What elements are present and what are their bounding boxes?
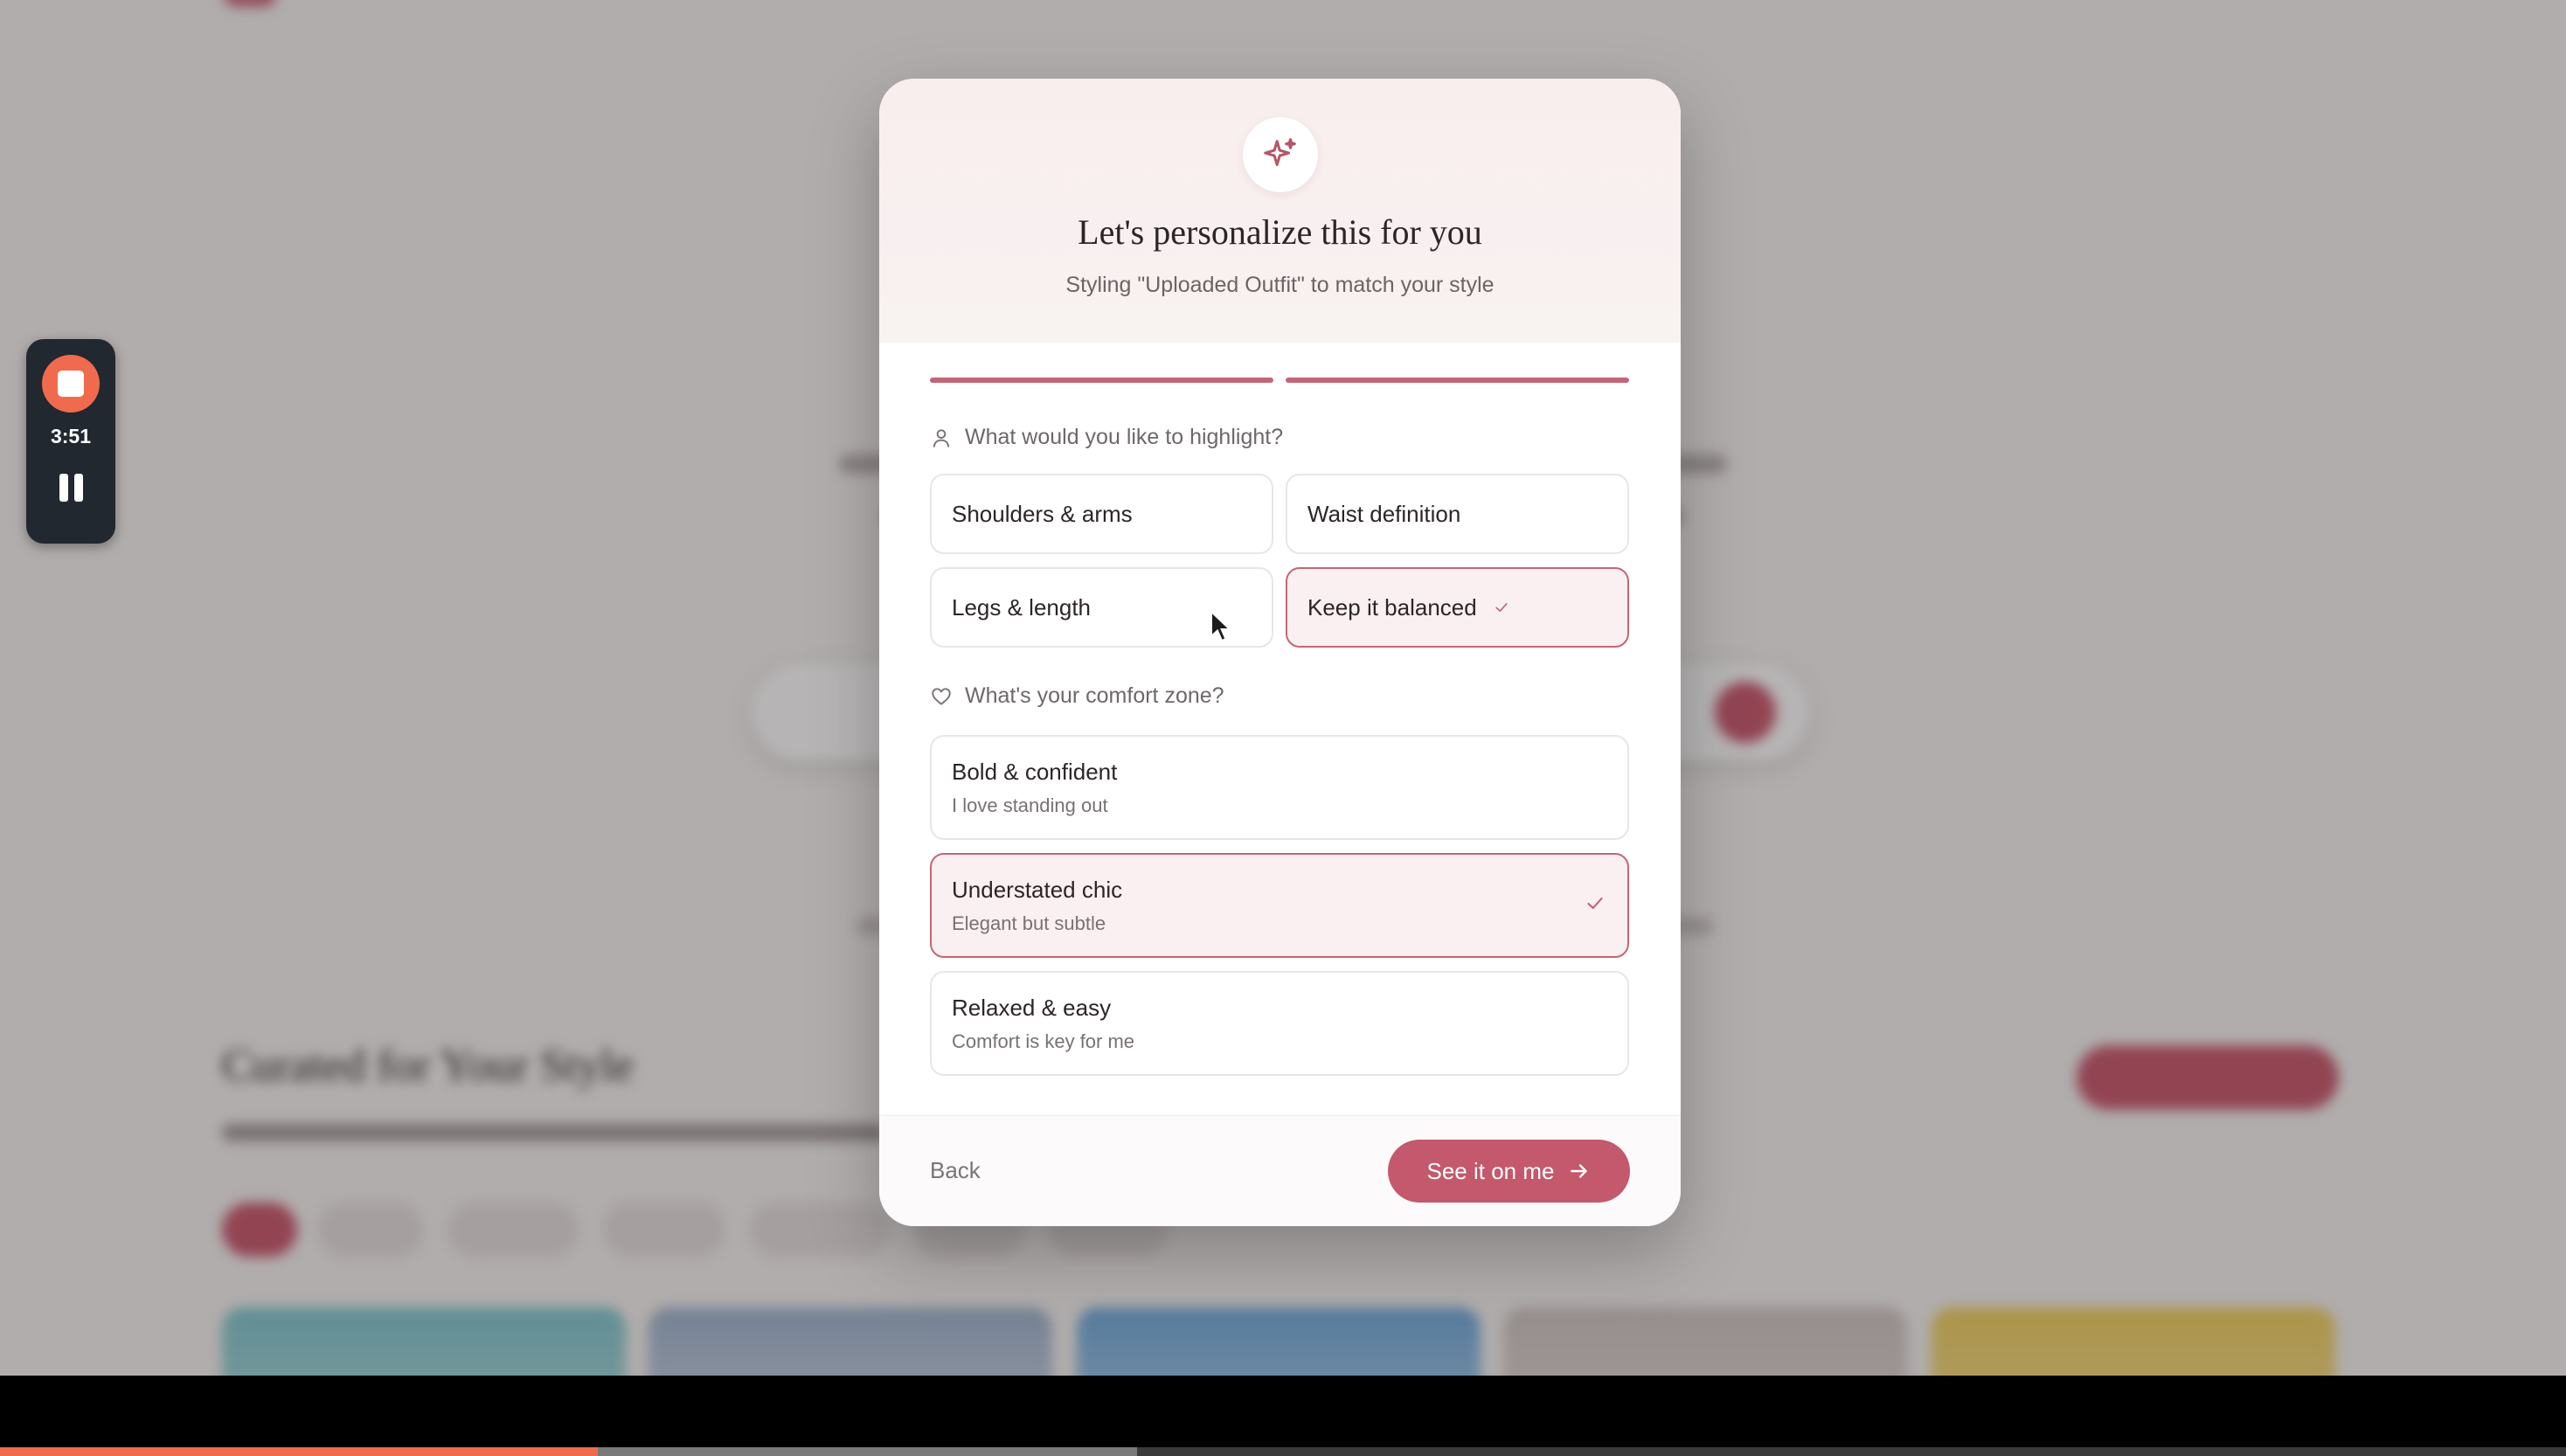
sparkle-icon	[1264, 138, 1296, 167]
stop-icon	[58, 371, 84, 397]
submit-label: See it on me	[1426, 1157, 1555, 1184]
pause-icon	[59, 474, 68, 502]
check-icon	[1493, 599, 1510, 616]
option-description: Elegant but subtle	[952, 912, 1106, 934]
comfort-question-text: What's your comfort zone?	[965, 683, 1224, 708]
option-shoulders-arms[interactable]: Shoulders & arms	[930, 474, 1273, 554]
modal-header: Let's personalize this for you Styling "…	[879, 79, 1681, 343]
option-relaxed-easy[interactable]: Relaxed & easy Comfort is key for me	[930, 971, 1629, 1076]
personalize-modal: Let's personalize this for you Styling "…	[879, 79, 1681, 1226]
option-keep-it-balanced[interactable]: Keep it balanced	[1286, 567, 1629, 648]
option-understated-chic[interactable]: Understated chic Elegant but subtle	[930, 853, 1629, 958]
option-label: Waist definition	[1307, 500, 1461, 527]
step-progress-2	[1286, 378, 1629, 383]
video-played-bar	[0, 1447, 599, 1456]
step-progress-1	[930, 378, 1273, 383]
check-icon	[1584, 892, 1606, 919]
option-description: I love standing out	[952, 794, 1108, 816]
see-it-on-me-button[interactable]: See it on me	[1388, 1140, 1630, 1203]
modal-subtitle: Styling "Uploaded Outfit" to match your …	[1065, 273, 1495, 297]
pause-recording-button[interactable]	[53, 470, 88, 505]
option-label: Legs & length	[952, 593, 1092, 621]
option-title: Understated chic	[952, 876, 1123, 903]
recording-timer: 3:51	[50, 425, 92, 447]
option-label: Shoulders & arms	[952, 500, 1133, 527]
video-progress-track[interactable]	[0, 1447, 2566, 1456]
highlight-question: What would you like to highlight?	[930, 425, 1283, 450]
highlight-question-text: What would you like to highlight?	[965, 425, 1284, 449]
mouse-cursor-icon	[1210, 610, 1232, 642]
screen-recorder-widget: 3:51	[26, 339, 115, 544]
pause-icon-bar	[73, 474, 83, 502]
heart-icon	[932, 687, 951, 705]
arrow-right-icon	[1571, 1164, 1588, 1178]
video-player-bar	[0, 1376, 2566, 1456]
option-bold-confident[interactable]: Bold & confident I love standing out	[930, 735, 1629, 840]
option-label: Keep it balanced	[1307, 593, 1477, 621]
option-description: Comfort is key for me	[952, 1030, 1135, 1052]
option-title: Relaxed & easy	[952, 994, 1112, 1021]
sparkle-badge	[1243, 117, 1318, 192]
stop-recording-button[interactable]	[42, 355, 100, 413]
option-title: Bold & confident	[952, 758, 1118, 785]
back-button[interactable]: Back	[930, 1157, 981, 1184]
option-waist-definition[interactable]: Waist definition	[1286, 474, 1629, 554]
modal-title: Let's personalize this for you	[1078, 212, 1482, 252]
person-icon	[933, 428, 950, 447]
comfort-question: What's your comfort zone?	[930, 683, 1224, 709]
